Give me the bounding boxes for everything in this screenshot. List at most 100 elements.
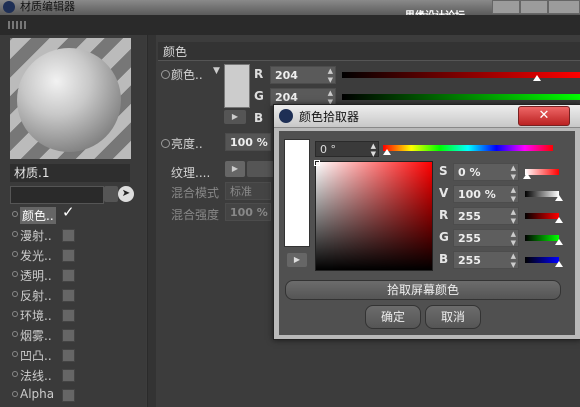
s-field[interactable]: 0 % ▲ ▼ (453, 163, 519, 181)
channel-label: 透明.. (20, 269, 52, 283)
channel-bullet-icon (12, 291, 18, 297)
color-swatch[interactable] (224, 64, 250, 108)
material-name[interactable]: 材质.1 (10, 164, 130, 182)
channel-item[interactable]: 凹凸.. (10, 346, 150, 364)
g-slider[interactable] (342, 94, 580, 100)
v-field[interactable]: 100 % ▲ ▼ (453, 185, 519, 203)
channel-label: Alpha (20, 387, 55, 401)
channel-checkbox[interactable] (62, 309, 75, 322)
color-label: 颜色.. (171, 68, 203, 82)
channel-label: 反射.. (20, 289, 52, 303)
r-row: R 255 ▲ ▼ (439, 207, 569, 225)
channel-checkbox[interactable] (62, 269, 75, 282)
channel-label: 颜色.. (20, 207, 56, 224)
channel-item[interactable]: 烟雾.. (10, 326, 150, 344)
g-handle[interactable] (555, 239, 563, 245)
cancel-button[interactable]: 取消 (425, 305, 481, 329)
blend-strength-field[interactable]: 100 % (225, 203, 271, 221)
channel-label: 环境.. (20, 309, 52, 323)
window-title: 材质编辑器 (20, 0, 75, 13)
material-name-field[interactable] (10, 186, 104, 204)
channel-bullet-icon (12, 311, 18, 317)
channel-item[interactable]: 环境.. (10, 306, 150, 324)
channel-label: 漫射.. (20, 229, 52, 243)
pointer-icon[interactable]: ➤ (118, 186, 134, 202)
channel-checkbox[interactable] (62, 349, 75, 362)
channel-bullet-icon (12, 331, 18, 337)
texture-label: 纹理.... (171, 166, 211, 180)
cinema4d-logo-icon (279, 109, 293, 123)
channel-checkbox[interactable] (62, 329, 75, 342)
r-row: R 204 ▲ ▼ (254, 66, 580, 84)
channel-item[interactable]: 透明.. (10, 266, 150, 284)
channel-item[interactable]: 反射.. (10, 286, 150, 304)
v-handle[interactable] (555, 195, 563, 201)
color-dropdown-icon[interactable]: ▼ (213, 66, 220, 76)
channel-checkbox[interactable] (62, 389, 75, 402)
pick-screen-color-button[interactable]: 拾取屏幕颜色 (285, 280, 561, 300)
channel-item[interactable]: 漫射.. (10, 226, 150, 244)
b-slider[interactable] (525, 257, 559, 263)
v-label: V (439, 186, 449, 200)
dialog-titlebar[interactable]: 颜色拾取器 ✕ (274, 105, 580, 128)
b-handle[interactable] (555, 261, 563, 267)
brightness-anim-dot[interactable] (161, 139, 170, 148)
b-field[interactable]: 255 ▲ ▼ (453, 251, 519, 269)
b-label: B (254, 111, 264, 125)
v-row: V 100 % ▲ ▼ (439, 185, 569, 203)
channel-checkbox[interactable] (62, 229, 75, 242)
section-title: 颜色 (163, 45, 188, 59)
preview-sphere (17, 48, 121, 152)
g-label: G (254, 89, 264, 103)
channel-checkbox[interactable] (62, 249, 75, 262)
texture-expand-button[interactable]: ▶ (225, 161, 245, 177)
channel-item[interactable]: 发光.. (10, 246, 150, 264)
s-label: S (439, 164, 448, 178)
channel-label: 发光.. (20, 249, 52, 263)
r-slider[interactable] (525, 213, 559, 219)
r-value-field[interactable]: 204 ▲ ▼ (270, 66, 336, 84)
channel-checkbox[interactable] (62, 289, 75, 302)
g-slider[interactable] (525, 235, 559, 241)
hue-field[interactable]: 0 ° ▲ ▼ (315, 141, 379, 158)
channel-label: 烟雾.. (20, 329, 52, 343)
s-row: S 0 % ▲ ▼ (439, 163, 569, 181)
r-field[interactable]: 255 ▲ ▼ (453, 207, 519, 225)
dialog-title: 颜色拾取器 (299, 110, 360, 124)
cinema4d-logo-icon (3, 1, 15, 13)
hue-slider[interactable] (383, 145, 553, 151)
swatch-expand-button[interactable]: ▶ (287, 253, 307, 267)
channel-checkbox[interactable]: ✓ (62, 203, 75, 221)
r-slider-handle[interactable] (533, 75, 541, 81)
channel-bullet-icon (12, 371, 18, 377)
r-label: R (439, 208, 449, 222)
color-section-header: 颜色 (158, 42, 580, 61)
channel-item[interactable]: 法线.. (10, 366, 150, 384)
g-field[interactable]: 255 ▲ ▼ (453, 229, 519, 247)
current-color-swatch (284, 139, 310, 247)
color-anim-dot[interactable] (161, 70, 170, 79)
v-slider[interactable] (525, 191, 559, 197)
brightness-label: 亮度.. (171, 137, 203, 151)
swatch-expand-button[interactable]: ▶ (224, 110, 246, 124)
sv-cursor[interactable] (314, 160, 320, 166)
blend-mode-select[interactable]: 标准 (225, 182, 271, 200)
dialog-close-button[interactable]: ✕ (518, 106, 570, 126)
channel-item[interactable]: Alpha (10, 386, 150, 404)
channel-checkbox[interactable] (62, 369, 75, 382)
channel-bullet-icon (12, 391, 18, 397)
b-label: B (439, 252, 449, 266)
color-picker-dialog: 颜色拾取器 ✕ ▶ 0 ° ▲ ▼ S 0 % ▲ ▼ V 100 % ▲ ▼ R 255 ▲… (273, 104, 580, 340)
ok-button[interactable]: 确定 (365, 305, 421, 329)
brightness-field[interactable]: 100 % (225, 133, 271, 151)
texture-field[interactable] (247, 161, 273, 177)
g-label: G (439, 230, 449, 244)
drag-grip-icon[interactable] (8, 21, 26, 29)
saturation-value-field[interactable] (314, 160, 433, 271)
channel-item[interactable]: 颜色.. ✓ (10, 203, 150, 224)
hue-slider-handle[interactable] (383, 149, 391, 155)
r-slider[interactable] (342, 72, 580, 78)
r-handle[interactable] (555, 217, 563, 223)
s-handle[interactable] (523, 173, 531, 179)
material-dropdown-button[interactable] (104, 186, 118, 202)
